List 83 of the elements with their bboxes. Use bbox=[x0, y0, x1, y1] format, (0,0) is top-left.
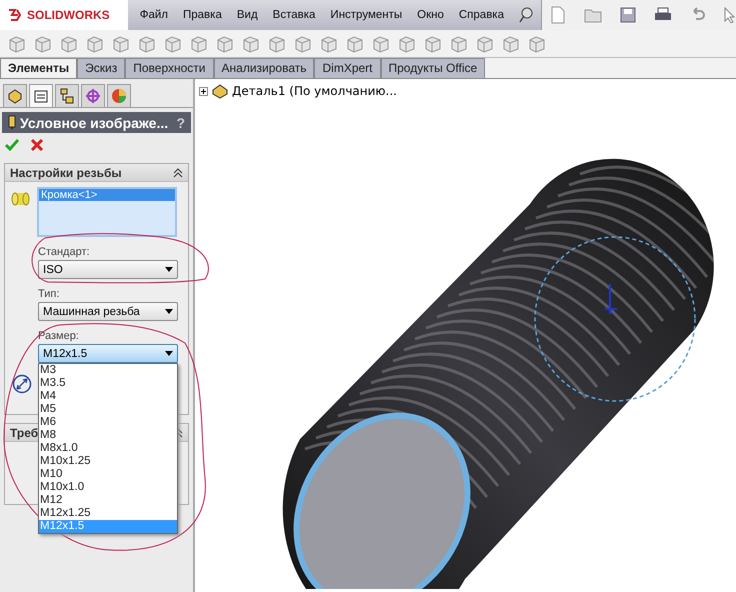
toolbar-tool-icon[interactable] bbox=[268, 34, 286, 52]
menu-item[interactable]: Справка bbox=[458, 9, 504, 21]
toolbar-tool-icon[interactable] bbox=[190, 34, 208, 52]
printer-icon[interactable] bbox=[654, 7, 672, 23]
toolbar-tool-icon[interactable] bbox=[294, 34, 312, 52]
configuration-icon bbox=[59, 88, 75, 104]
crosshair-icon bbox=[85, 88, 101, 104]
toolbar-tool-icon[interactable] bbox=[8, 34, 26, 52]
toolbar-tool-icon[interactable] bbox=[112, 34, 130, 52]
toolbar-tool-icon[interactable] bbox=[372, 34, 390, 52]
dropdown-option[interactable]: M10 bbox=[39, 468, 177, 481]
tab[interactable]: DimXpert bbox=[314, 58, 380, 78]
ok-checkmark-icon[interactable] bbox=[5, 139, 19, 151]
cursor-icon[interactable] bbox=[724, 7, 736, 23]
field-label: Стандарт: bbox=[38, 246, 91, 258]
thread-icon bbox=[8, 114, 16, 130]
dropdown-option[interactable]: M4 bbox=[39, 390, 177, 403]
help-button[interactable]: ? bbox=[176, 114, 185, 130]
toolbar-tool-icon[interactable] bbox=[398, 34, 416, 52]
dropdown-option[interactable]: M12x1.25 bbox=[39, 507, 177, 520]
dropdown-option[interactable]: M3 bbox=[39, 364, 177, 377]
dropdown-option[interactable]: M8 bbox=[39, 429, 177, 442]
logo-icon bbox=[8, 8, 24, 22]
toolbar-tool-icon[interactable] bbox=[138, 34, 156, 52]
toolbar-tool-icon[interactable] bbox=[164, 34, 182, 52]
menu-item[interactable]: Вставка bbox=[272, 9, 316, 21]
dropdown-option[interactable]: M12 bbox=[39, 494, 177, 507]
tab[interactable]: Поверхности bbox=[125, 58, 214, 78]
new-document-icon[interactable] bbox=[550, 6, 566, 24]
save-icon[interactable] bbox=[620, 7, 636, 23]
expand-plus-icon[interactable] bbox=[199, 86, 208, 96]
toolbar-tool-icon[interactable] bbox=[320, 34, 338, 52]
collapse-chevron-icon[interactable] bbox=[173, 168, 183, 178]
tree-item[interactable]: Деталь1 (По умолчанию... bbox=[232, 84, 397, 98]
toolbar-tool-icon[interactable] bbox=[450, 34, 468, 52]
field-label: Размер: bbox=[38, 330, 80, 342]
type-dropdown[interactable]: Машинная резьба bbox=[38, 302, 178, 321]
color-wheel-icon bbox=[111, 88, 127, 104]
dropdown-option[interactable]: M5 bbox=[39, 403, 177, 416]
caret-icon bbox=[165, 309, 173, 314]
size-dropdown[interactable]: M12x1.5 bbox=[38, 344, 178, 363]
dropdown-option[interactable]: M3.5 bbox=[39, 377, 177, 390]
dropdown-option[interactable]: M6 bbox=[39, 416, 177, 429]
property-sheet-icon bbox=[33, 88, 49, 104]
toolbar-tool-icon[interactable] bbox=[242, 34, 260, 52]
standard-dropdown[interactable]: ISO bbox=[38, 260, 178, 279]
section-title: Настройки резьбы bbox=[10, 166, 122, 180]
panel-tab[interactable] bbox=[55, 84, 79, 107]
part-icon bbox=[211, 83, 229, 99]
part-icon bbox=[7, 88, 23, 104]
toolbar-tool-icon[interactable] bbox=[34, 34, 52, 52]
toolbar-tool-icon[interactable] bbox=[346, 34, 364, 52]
dropdown-option[interactable]: M10x1.0 bbox=[39, 481, 177, 494]
tab[interactable]: Элементы bbox=[0, 58, 78, 78]
toolbar-tool-icon[interactable] bbox=[216, 34, 234, 52]
menu-item[interactable]: Файл bbox=[140, 9, 168, 21]
folder-icon[interactable] bbox=[584, 7, 602, 23]
logo-text: SOLIDWORKS bbox=[27, 8, 110, 22]
toolbar-tool-icon[interactable] bbox=[502, 34, 520, 52]
field-label: Тип: bbox=[38, 288, 60, 300]
dropdown-option[interactable]: M8x1.0 bbox=[39, 442, 177, 455]
tab[interactable]: Анализировать bbox=[214, 58, 314, 78]
property-manager-title: Условное изображе... bbox=[20, 114, 170, 130]
panel-tab[interactable] bbox=[3, 84, 27, 107]
toolbar-tool-icon[interactable] bbox=[60, 34, 78, 52]
menu-item[interactable]: Вид bbox=[236, 9, 258, 21]
section-title: Треб bbox=[10, 426, 38, 440]
caret-icon bbox=[165, 267, 173, 272]
panel-tab[interactable] bbox=[29, 84, 53, 107]
dropdown-option[interactable]: M10x1.25 bbox=[39, 455, 177, 468]
toolbar-tool-icon[interactable] bbox=[476, 34, 494, 52]
cylinder-edge-icon bbox=[11, 191, 31, 207]
toolbar-tool-icon[interactable] bbox=[424, 34, 442, 52]
toolbar-tool-icon[interactable] bbox=[528, 34, 546, 52]
toolbar-tool-icon[interactable] bbox=[86, 34, 104, 52]
tab[interactable]: Продукты Office bbox=[380, 58, 486, 78]
diameter-icon bbox=[12, 374, 32, 394]
cancel-x-icon[interactable] bbox=[31, 139, 43, 151]
menu-item[interactable]: Инструменты bbox=[330, 9, 402, 21]
tab[interactable]: Эскиз bbox=[77, 58, 126, 78]
caret-icon bbox=[165, 351, 173, 356]
menu-item[interactable]: Окно bbox=[417, 9, 444, 21]
menu-item[interactable]: Правка bbox=[183, 9, 222, 21]
